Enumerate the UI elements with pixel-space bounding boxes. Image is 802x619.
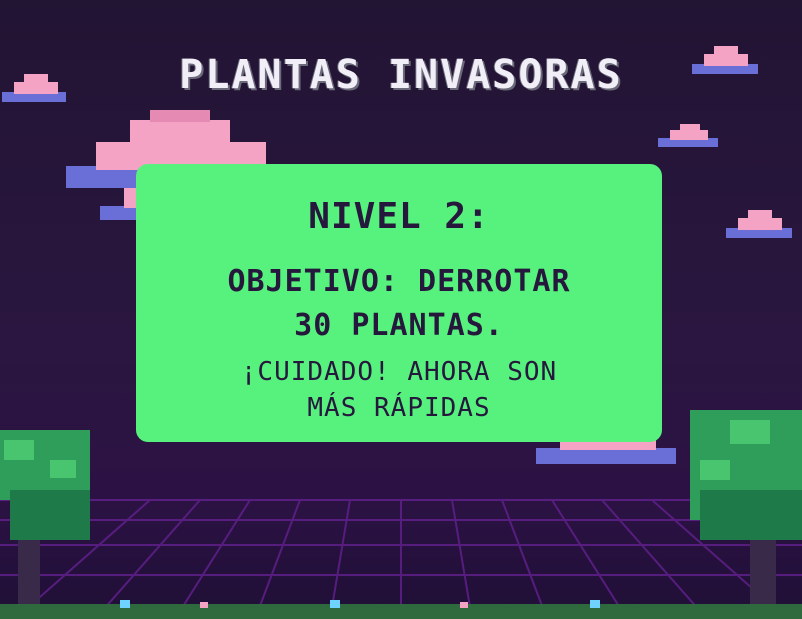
objective-text: OBJETIVO: DERROTAR 30 PLANTAS. <box>136 260 662 348</box>
warning-line-2: MÁS RÁPIDAS <box>307 393 491 423</box>
objective-line-1: OBJETIVO: DERROTAR <box>227 264 571 299</box>
level-info-panel: NIVEL 2: OBJETIVO: DERROTAR 30 PLANTAS. … <box>136 164 662 442</box>
pixel-tree-icon <box>690 410 802 619</box>
level-label: NIVEL 2: <box>308 196 490 237</box>
pixel-tree-icon <box>0 430 90 619</box>
game-title: PLANTAS INVASORAS <box>179 52 623 98</box>
warning-text: ¡CUIDADO! AHORA SON MÁS RÁPIDAS <box>136 354 662 426</box>
warning-line-1: ¡CUIDADO! AHORA SON <box>240 357 558 387</box>
objective-line-2: 30 PLANTAS. <box>294 308 504 343</box>
cloud-icon <box>726 210 792 238</box>
cloud-icon <box>658 124 718 147</box>
